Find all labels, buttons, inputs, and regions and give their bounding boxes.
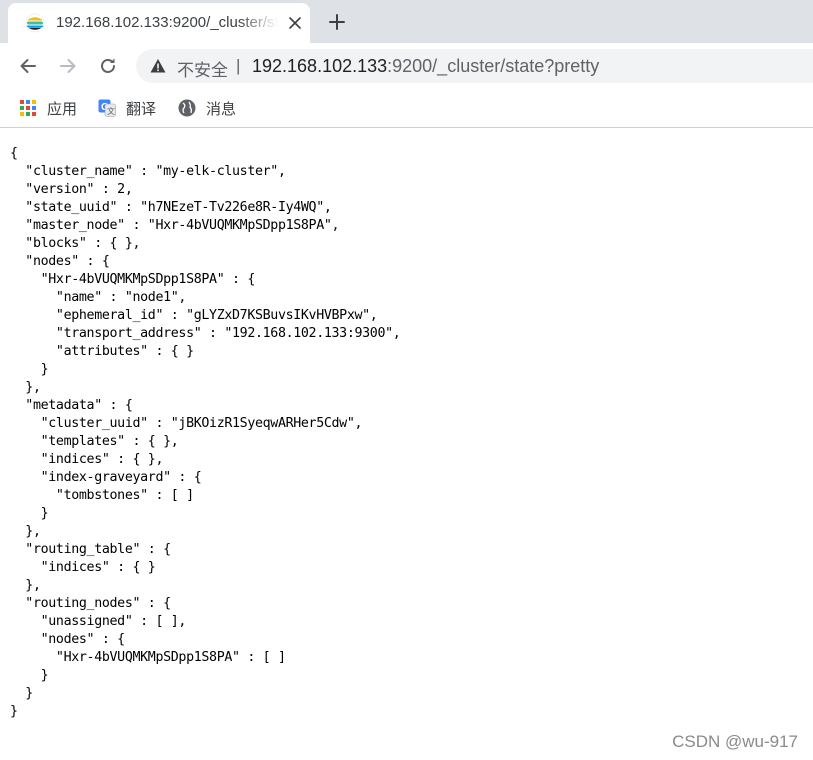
page-content: { "cluster_name" : "my-elk-cluster", "ve… — [0, 129, 813, 760]
translate-icon: G 文 — [98, 99, 116, 117]
bookmark-label: 应用 — [47, 100, 78, 118]
bookmark-translate[interactable]: G 文 翻译 — [98, 96, 156, 120]
address-bar[interactable]: 不安全 | 192.168.102.133:9200/_cluster/stat… — [136, 49, 813, 83]
bookmark-apps[interactable]: 应用 — [19, 96, 77, 120]
json-response-text: { "cluster_name" : "my-elk-cluster", "ve… — [10, 146, 401, 719]
globe-icon — [178, 99, 196, 117]
omnibox-separator: | — [236, 56, 241, 75]
browser-tab[interactable]: 192.168.102.133:9200/_cluster/state?pret… — [8, 3, 310, 43]
bookmark-messages[interactable]: 消息 — [178, 96, 236, 120]
tab-title: 192.168.102.133:9200/_cluster/state?pret… — [56, 14, 278, 31]
bookmark-label: 消息 — [206, 100, 237, 118]
plus-icon — [329, 14, 345, 30]
tab-strip: 192.168.102.133:9200/_cluster/state?pret… — [0, 0, 813, 43]
arrow-right-icon — [60, 59, 76, 73]
bookmarks-bar: 应用 G 文 翻译 消息 — [0, 89, 813, 128]
back-button[interactable] — [14, 52, 42, 80]
browser-toolbar: 不安全 | 192.168.102.133:9200/_cluster/stat… — [0, 43, 813, 89]
arrow-left-icon — [20, 59, 36, 73]
url-text[interactable]: 192.168.102.133:9200/_cluster/state?pret… — [252, 56, 599, 77]
reload-button[interactable] — [94, 52, 122, 80]
apps-grid-icon — [19, 99, 37, 117]
watermark: CSDN @wu-917 — [672, 732, 798, 751]
tab-close-icon[interactable] — [285, 13, 305, 33]
url-host: 192.168.102.133 — [252, 56, 388, 76]
url-path: :9200/_cluster/state?pretty — [387, 56, 600, 76]
svg-text:文: 文 — [107, 106, 115, 116]
new-tab-button[interactable] — [323, 8, 351, 36]
elastic-icon — [25, 13, 45, 33]
reload-icon — [101, 58, 115, 73]
bookmark-label: 翻译 — [126, 100, 157, 118]
warning-icon[interactable] — [150, 58, 166, 74]
security-label[interactable]: 不安全 — [177, 56, 228, 81]
forward-button[interactable] — [54, 52, 82, 80]
